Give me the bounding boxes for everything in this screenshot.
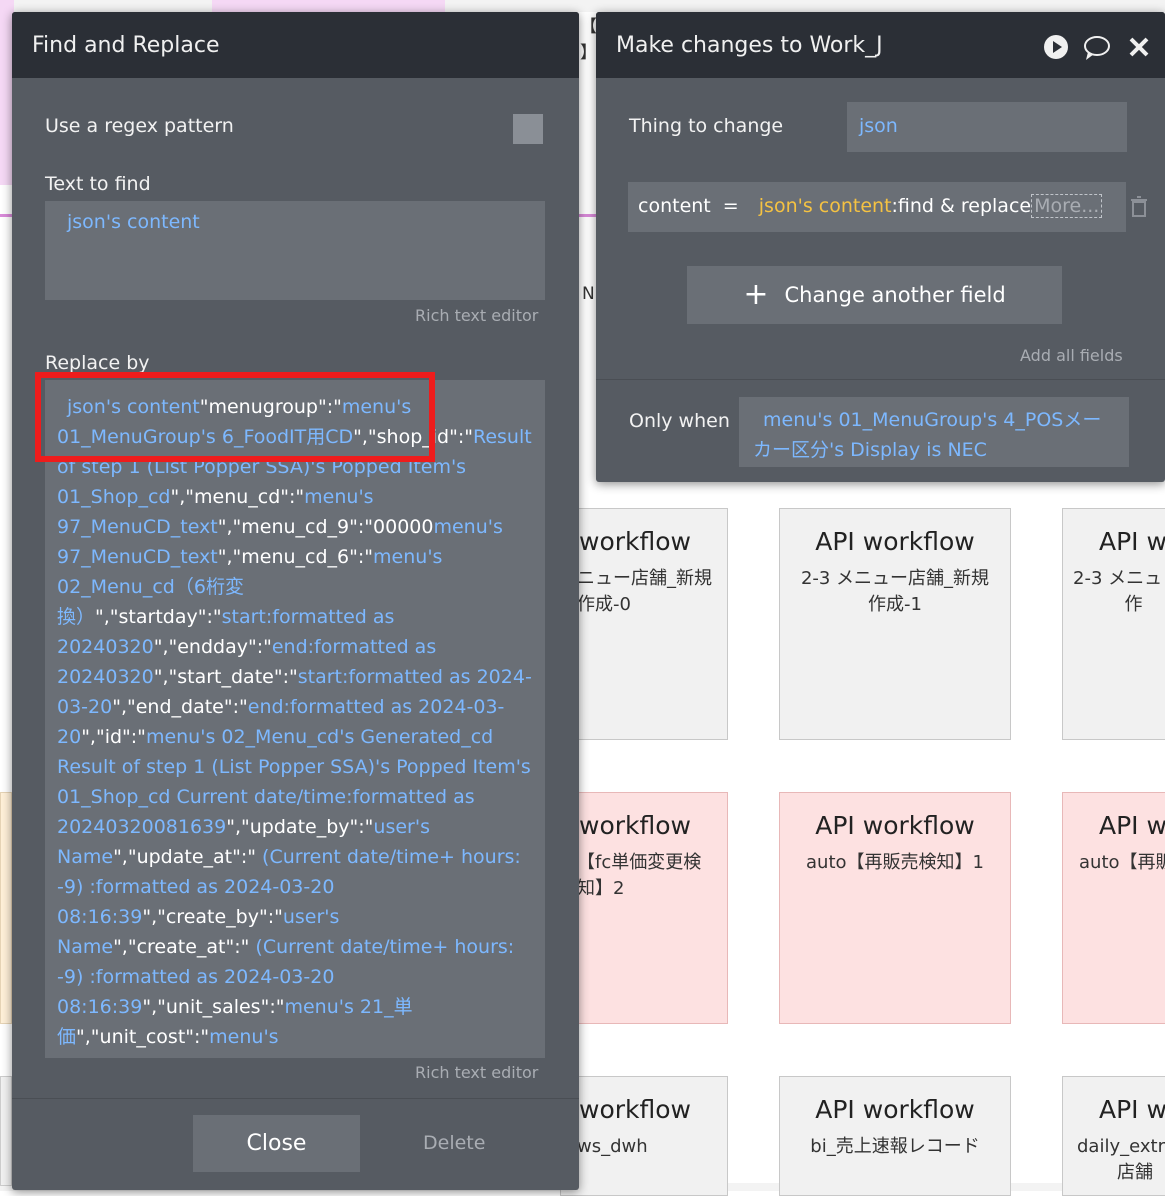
- api-workflow-card[interactable]: workflow ws_dwh: [560, 1076, 728, 1196]
- delete-button[interactable]: Delete: [423, 1132, 485, 1154]
- field-value-dynamic: json's content: [758, 195, 892, 217]
- api-workflow-card[interactable]: API w auto【再販: [1062, 792, 1165, 1024]
- workflow-card-title: API w: [1099, 811, 1165, 840]
- api-workflow-card[interactable]: API w 2-3 メニュ 作: [1062, 508, 1165, 740]
- api-workflow-card[interactable]: API workflow auto【再販売検知】1: [779, 792, 1011, 1024]
- only-when-value: menu's 01_MenuGroup's 4_POSメーカー区分's Disp…: [753, 409, 1102, 461]
- workflow-card-name: auto【再販: [1079, 852, 1165, 873]
- text-to-find-label: Text to find: [45, 173, 151, 195]
- literal-text: ","menu_cd_9":"00000: [217, 516, 434, 538]
- workflow-card-title: API workflow: [815, 1095, 975, 1124]
- only-when-field[interactable]: menu's 01_MenuGroup's 4_POSメーカー区分's Disp…: [739, 397, 1129, 467]
- rich-text-editor-link[interactable]: Rich text editor: [415, 1063, 538, 1082]
- workflow-card-name: 2-3 メニュー店舗_新規 作成-1: [800, 568, 990, 615]
- add-all-fields-link[interactable]: Add all fields: [1020, 346, 1123, 365]
- workflow-card-title: workflow: [579, 811, 691, 840]
- workflow-card-title: workflow: [579, 1095, 691, 1124]
- api-workflow-card[interactable]: API workflow 2-3 メニュー店舗_新規 作成-1: [779, 508, 1011, 740]
- canvas-left-pink-card: [0, 792, 12, 1024]
- literal-text: ","group":"KH","output_flg":"99"},{: [149, 1056, 485, 1058]
- change-another-field-button[interactable]: + Change another field: [687, 266, 1062, 324]
- make-changes-header[interactable]: Make changes to Work_J: [596, 12, 1165, 78]
- canvas-edge-text: 【: [580, 17, 597, 37]
- dynamic-expression[interactable]: json's content: [67, 396, 200, 418]
- workflow-card-name: ws_dwh: [577, 1136, 648, 1157]
- make-changes-panel: Make changes to Work_J Thing to change j…: [596, 12, 1165, 482]
- text-to-find-value: json's content: [67, 211, 200, 233]
- workflow-card-name: 2-3 メニュ 作: [1073, 568, 1163, 615]
- thing-to-change-label: Thing to change: [629, 115, 784, 137]
- workflow-card-title: API w: [1099, 1095, 1165, 1124]
- play-icon[interactable]: [1044, 35, 1068, 59]
- only-when-divider: [596, 379, 1165, 380]
- workflow-card-title: workflow: [579, 527, 691, 556]
- literal-text: ","create_at":": [113, 936, 250, 958]
- regex-checkbox[interactable]: [513, 114, 543, 144]
- change-another-field-label: Change another field: [784, 283, 1006, 307]
- canvas-top-purple-block: [212, 0, 445, 12]
- literal-text: ","id":": [81, 726, 146, 748]
- make-changes-title: Make changes to Work_J: [616, 32, 883, 58]
- workflow-card-name: bi_売上速報レコード: [810, 1136, 980, 1157]
- api-workflow-card[interactable]: workflow ニュー店舗_新規 作成-0: [560, 508, 728, 740]
- api-workflow-card[interactable]: API workflow bi_売上速報レコード: [779, 1076, 1011, 1196]
- api-workflow-card[interactable]: API w daily_extr 店舗: [1062, 1076, 1165, 1196]
- literal-text: ","end_date":": [112, 696, 248, 718]
- literal-text: "menugroup":": [199, 396, 342, 418]
- field-operator: =: [722, 195, 739, 217]
- literal-text: ","unit_cost":": [76, 1026, 210, 1048]
- field-name: content: [638, 195, 711, 217]
- find-replace-header[interactable]: Find and Replace: [12, 12, 579, 78]
- more-button[interactable]: More...: [1031, 194, 1103, 218]
- workflow-card-title: API workflow: [815, 811, 975, 840]
- workflow-card-name: 【fc単価変更検 知】2: [577, 852, 702, 899]
- text-to-find-field[interactable]: json's content: [45, 201, 545, 300]
- comment-icon[interactable]: [1082, 34, 1112, 68]
- canvas-edge-text: N: [582, 284, 595, 304]
- delete-field-icon[interactable]: [1130, 196, 1148, 222]
- replace-by-value: json's content"menugroup":"menu's 01_Men…: [57, 396, 532, 1058]
- canvas-left-gray-card: [0, 1076, 12, 1186]
- close-button[interactable]: Close: [193, 1115, 360, 1172]
- workflow-card-title: API workflow: [815, 527, 975, 556]
- workflow-card-name: daily_extr 店舗: [1077, 1136, 1165, 1183]
- find-replace-footer-divider: [12, 1098, 579, 1099]
- find-replace-panel: Find and Replace Use a regex pattern Tex…: [12, 12, 579, 1190]
- replace-by-field[interactable]: json's content"menugroup":"menu's 01_Men…: [45, 380, 545, 1058]
- thing-to-change-field[interactable]: json: [847, 102, 1127, 152]
- literal-text: ","create_by":": [142, 906, 283, 928]
- thing-to-change-value: json: [859, 115, 898, 137]
- canvas-edge-text: 】: [580, 43, 597, 63]
- literal-text: ","update_at":": [113, 846, 256, 868]
- find-replace-title: Find and Replace: [32, 32, 220, 58]
- workflow-card-title: API w: [1099, 527, 1165, 556]
- literal-text: ","shop_id":": [353, 426, 473, 448]
- canvas-top-strip: [0, 0, 1165, 12]
- field-assignment-row[interactable]: content = json's content:find & replace M…: [628, 182, 1126, 232]
- literal-text: ","update_by":": [226, 816, 374, 838]
- regex-label: Use a regex pattern: [45, 115, 234, 137]
- literal-text: ","unit_sales":": [142, 996, 285, 1018]
- close-icon[interactable]: [1128, 36, 1150, 64]
- workflow-card-name: auto【再販売検知】1: [806, 852, 984, 873]
- literal-text: ","menu_cd":": [170, 486, 305, 508]
- api-workflow-card[interactable]: workflow 【fc単価変更検 知】2: [560, 792, 728, 1024]
- workflow-card-name: ニュー店舗_新規 作成-0: [577, 568, 712, 615]
- literal-text: ","endday":": [153, 636, 272, 658]
- plus-icon: +: [743, 277, 769, 312]
- replace-by-label: Replace by: [45, 352, 150, 374]
- literal-text: ","startday":": [95, 606, 222, 628]
- literal-text: ","menu_cd_6":": [217, 546, 374, 568]
- field-value-operator: :find & replace: [891, 195, 1032, 217]
- literal-text: ","start_date":": [153, 666, 298, 688]
- rich-text-editor-link[interactable]: Rich text editor: [415, 306, 538, 325]
- only-when-label: Only when: [629, 410, 730, 432]
